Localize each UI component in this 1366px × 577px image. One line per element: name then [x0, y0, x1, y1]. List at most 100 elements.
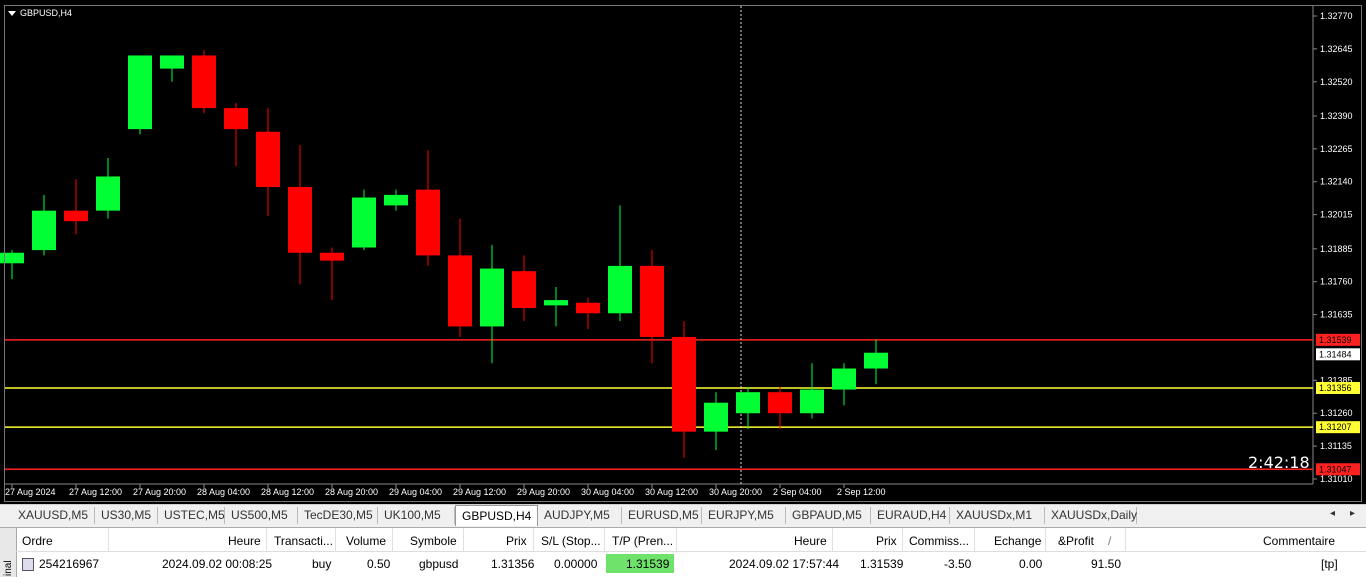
- bull-candle-body: [544, 300, 568, 306]
- price-tick-label: 1.31885: [1320, 244, 1353, 254]
- chart-tab[interactable]: XAUUSDx,Daily: [1045, 507, 1137, 524]
- chart-tab[interactable]: EURUSD,M5: [622, 507, 702, 524]
- sort-indicator-icon: /: [1108, 534, 1112, 548]
- time-tick-label: 2 Sep 04:00: [773, 487, 822, 497]
- bull-candle-body: [352, 197, 376, 248]
- bull-candle-body: [96, 176, 120, 211]
- col-header-type[interactable]: Transacti...: [274, 534, 333, 548]
- price-tick-label: 1.31135: [1320, 441, 1352, 451]
- chart-tab[interactable]: AUDJPY,M5: [538, 507, 622, 524]
- time-tick-label: 29 Aug 20:00: [517, 487, 570, 497]
- price-tick-label: 1.32520: [1320, 77, 1353, 87]
- time-tick-label: 27 Aug 20:00: [133, 487, 186, 497]
- row-open-time: 2024.09.02 00:08:25: [162, 557, 273, 571]
- column-separator: [676, 528, 677, 552]
- col-header-volume[interactable]: Volume: [346, 534, 386, 548]
- bear-candle-body: [576, 302, 600, 314]
- row-commission: -3.50: [944, 557, 972, 571]
- column-separator: [533, 528, 534, 552]
- bear-candle-body: [448, 255, 472, 327]
- col-header-order[interactable]: Ordre: [22, 534, 53, 548]
- col-header-swap[interactable]: Echange: [994, 534, 1041, 548]
- chart-tab[interactable]: XAUUSDx,M1: [950, 507, 1045, 524]
- price-chart[interactable]: 1.32770 1.32645 1.32520 1.32390 1.32265 1.321…: [0, 0, 1366, 504]
- bull-candle-body: [832, 368, 856, 390]
- bar-countdown-timer: 2:42:18: [1248, 453, 1310, 472]
- row-symbol: gbpusd: [419, 557, 459, 571]
- bull-candle-body: [128, 55, 152, 130]
- price-level-badge-label: 1.31207: [1319, 422, 1352, 432]
- bull-candle-body: [736, 392, 760, 414]
- bull-candle-body: [480, 268, 504, 327]
- row-comment: [tp]: [1321, 557, 1338, 571]
- time-tick-label: 30 Aug 12:00: [645, 487, 698, 497]
- column-separator: [266, 528, 267, 552]
- col-header-comment[interactable]: Commentaire: [1263, 534, 1335, 548]
- col-header-open-price[interactable]: Prix: [506, 534, 527, 548]
- bear-candle-body: [768, 392, 792, 414]
- order-ticket-icon: [22, 558, 34, 571]
- col-header-symbol[interactable]: Symbole: [410, 534, 457, 548]
- col-header-take-profit[interactable]: T/P (Pren...: [612, 534, 673, 548]
- price-tick-label: 1.32140: [1320, 177, 1353, 187]
- bull-candle-body: [608, 265, 632, 314]
- col-header-open-time[interactable]: Heure: [228, 534, 261, 548]
- row-type: buy: [312, 557, 332, 571]
- bull-candle-body: [704, 402, 728, 432]
- chart-tab[interactable]: GBPUSD,H4: [455, 505, 538, 526]
- col-header-close-price[interactable]: Prix: [876, 534, 897, 548]
- row-close-price: 1.31539: [860, 557, 904, 571]
- dropdown-triangle-icon[interactable]: [8, 10, 16, 16]
- chart-tab[interactable]: US500,M5: [225, 507, 298, 524]
- price-tick-label: 1.32770: [1320, 11, 1353, 21]
- time-tick-label: 28 Aug 20:00: [325, 487, 378, 497]
- col-header-profit[interactable]: &Profit: [1058, 534, 1094, 548]
- chart-tab[interactable]: USTEC,M5: [158, 507, 225, 524]
- column-separator: [1045, 528, 1046, 552]
- tab-scroll-left-icon[interactable]: ◂: [1330, 508, 1335, 519]
- price-tick-label: 1.31635: [1320, 310, 1353, 320]
- column-separator: [463, 528, 464, 552]
- time-tick-label: 27 Aug 12:00: [69, 487, 122, 497]
- time-tick-label: 30 Aug 04:00: [581, 487, 634, 497]
- time-tick-label: 27 Aug 2024: [5, 487, 56, 497]
- chart-tab[interactable]: EURAUD,H4: [871, 507, 950, 524]
- header-divider: [16, 551, 1366, 552]
- chart-tab[interactable]: US30,M5: [95, 507, 158, 524]
- bear-candle-body: [672, 336, 696, 432]
- column-separator: [604, 528, 605, 552]
- bear-candle-body: [288, 186, 312, 253]
- bull-candle-body: [384, 194, 408, 206]
- chart-canvas[interactable]: 1.32770 1.32645 1.32520 1.32390 1.32265 1.321…: [0, 0, 1366, 504]
- col-header-commission[interactable]: Commiss...: [909, 534, 969, 548]
- tab-scroll-right-icon[interactable]: ▸: [1350, 508, 1355, 519]
- row-profit: 91.50: [1091, 557, 1122, 571]
- row-swap: 0.00: [1019, 557, 1043, 571]
- price-level-badge-label: 1.31484: [1319, 349, 1352, 359]
- chart-tab[interactable]: UK100,M5: [378, 507, 455, 524]
- col-header-close-time[interactable]: Heure: [794, 534, 827, 548]
- time-tick-label: 28 Aug 12:00: [261, 487, 314, 497]
- chart-symbol-label[interactable]: GBPUSD,H4: [8, 8, 72, 18]
- bear-candle-body: [640, 265, 664, 337]
- bull-candle-body: [800, 389, 824, 414]
- chart-tab[interactable]: XAUUSD,M5: [12, 507, 95, 524]
- row-close-time: 2024.09.02 17:57:44: [729, 557, 840, 571]
- bear-candle-body: [256, 131, 280, 187]
- terminal-side-bar[interactable]: inal: [0, 528, 17, 577]
- column-separator: [108, 528, 109, 552]
- bear-candle-body: [512, 271, 536, 309]
- column-separator: [392, 528, 393, 552]
- row-order: 254216967: [39, 557, 100, 571]
- chart-tab[interactable]: GBPAUD,M5: [786, 507, 871, 524]
- col-header-stop-loss[interactable]: S/L (Stop...: [541, 534, 601, 548]
- price-tick-label: 1.32265: [1320, 144, 1353, 154]
- terminal-panel: inal Ordre Heure Transacti... Volume Sym…: [0, 527, 1366, 577]
- bear-candle-body: [416, 189, 440, 256]
- price-tick-label: 1.31260: [1320, 408, 1353, 418]
- column-separator: [832, 528, 833, 552]
- bull-candle-body: [32, 210, 56, 251]
- bull-candle-body: [864, 352, 888, 369]
- chart-tab[interactable]: TecDE30,M5: [298, 507, 378, 524]
- chart-tab[interactable]: EURJPY,M5: [702, 507, 786, 524]
